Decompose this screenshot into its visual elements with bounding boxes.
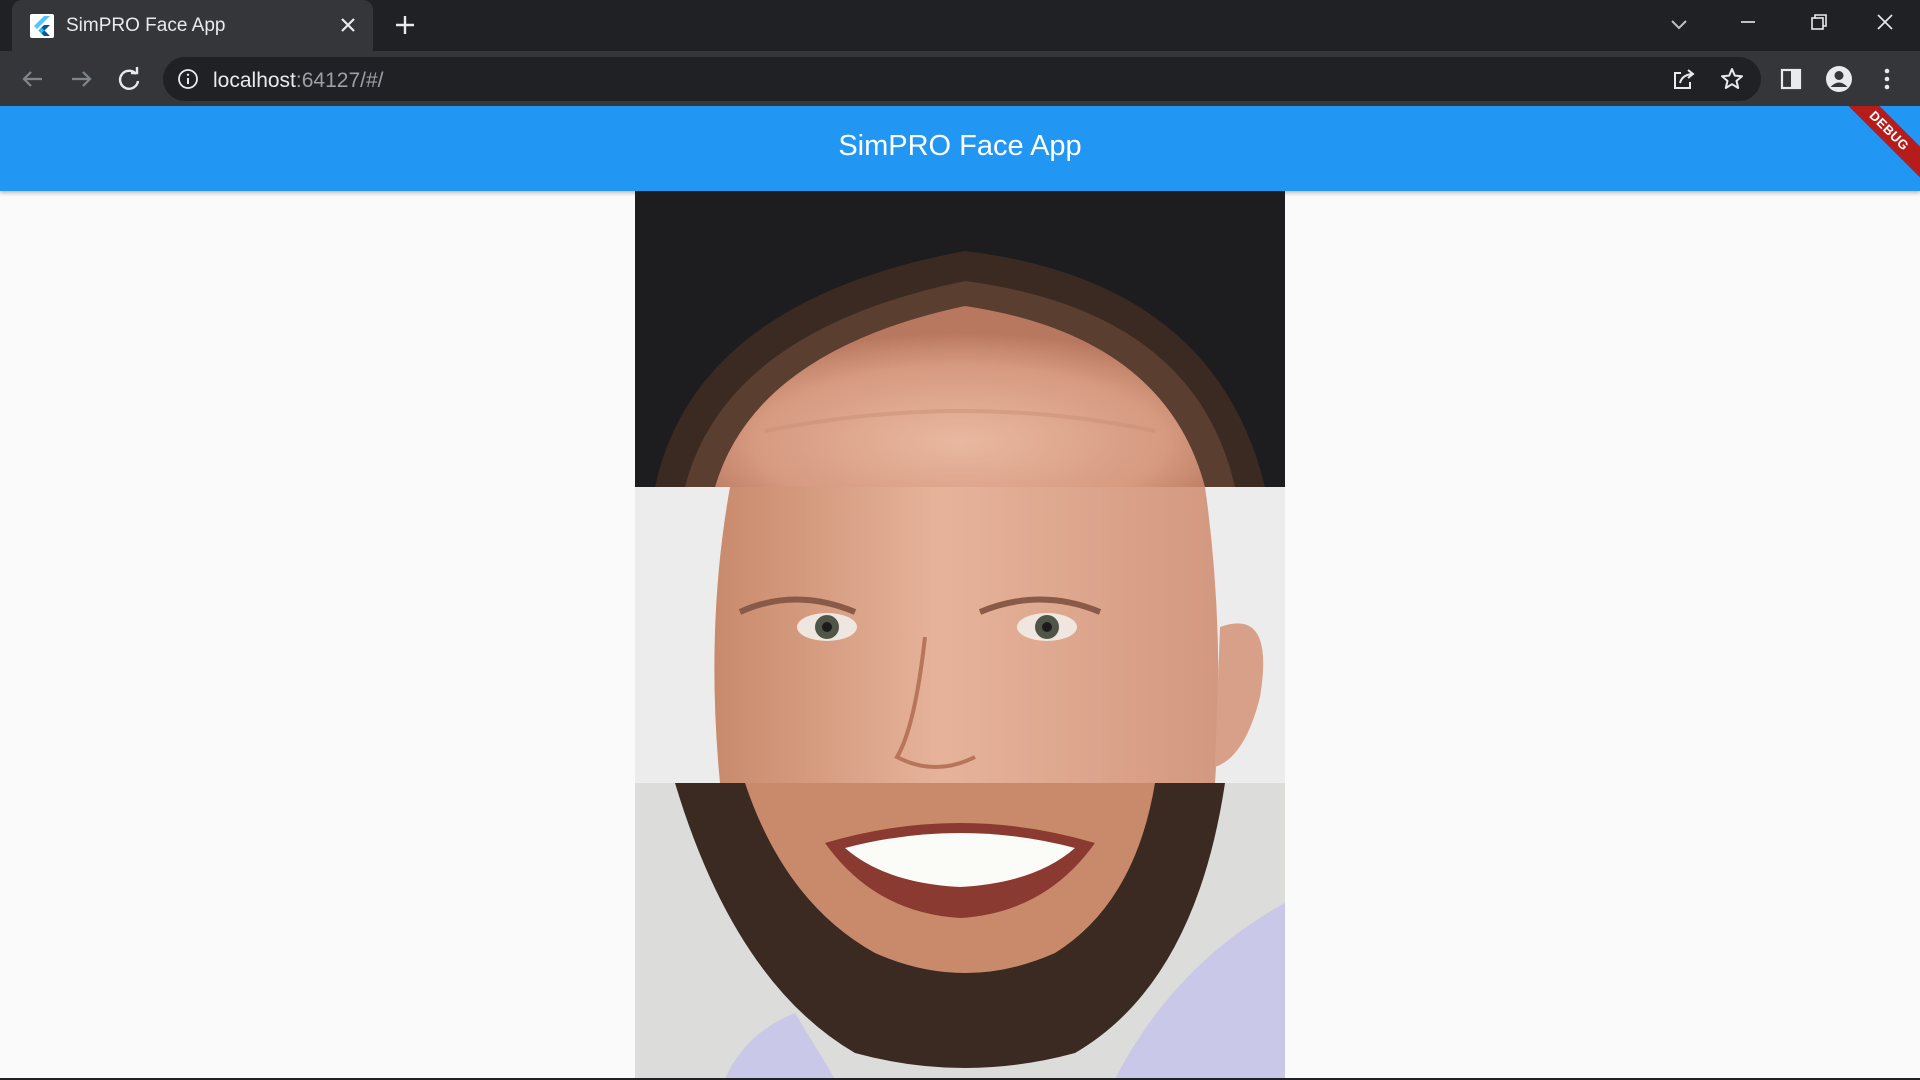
site-info-icon[interactable] <box>177 68 199 90</box>
url-text: localhost:64127/#/ <box>213 69 383 93</box>
bottom-face-image[interactable] <box>635 783 1285 1078</box>
more-menu-icon[interactable] <box>1872 64 1902 94</box>
reload-icon[interactable] <box>112 62 146 96</box>
browser-toolbar: localhost:64127/#/ <box>0 51 1920 106</box>
tab-close-icon[interactable] <box>334 11 362 39</box>
app-bar: SimPRO Face App <box>0 106 1920 191</box>
tab-search-chevron-icon[interactable] <box>1663 8 1695 40</box>
window-restore-icon[interactable] <box>1800 6 1836 38</box>
address-bar[interactable]: localhost:64127/#/ <box>163 57 1761 101</box>
side-panel-icon[interactable] <box>1776 64 1806 94</box>
app-viewport: SimPRO Face App DEBUG <box>0 106 1920 1078</box>
window-minimize-icon[interactable] <box>1730 6 1766 38</box>
new-tab-plus-icon[interactable] <box>389 9 421 41</box>
browser-tab[interactable]: SimPRO Face App <box>12 0 373 51</box>
tab-title: SimPRO Face App <box>66 15 226 36</box>
flutter-favicon-icon <box>30 14 54 38</box>
middle-face-image[interactable] <box>635 487 1285 783</box>
bookmark-star-icon[interactable] <box>1719 66 1745 92</box>
forward-arrow-icon[interactable] <box>64 62 98 96</box>
url-path: :64127/#/ <box>295 69 384 92</box>
browser-tab-strip: SimPRO Face App <box>0 0 1920 51</box>
back-arrow-icon[interactable] <box>16 62 50 96</box>
profile-avatar-icon[interactable] <box>1824 64 1854 94</box>
share-icon[interactable] <box>1671 66 1697 92</box>
app-title: SimPRO Face App <box>838 130 1082 162</box>
url-host: localhost <box>213 69 296 92</box>
top-face-image[interactable] <box>635 191 1285 487</box>
window-close-icon[interactable] <box>1867 6 1903 38</box>
